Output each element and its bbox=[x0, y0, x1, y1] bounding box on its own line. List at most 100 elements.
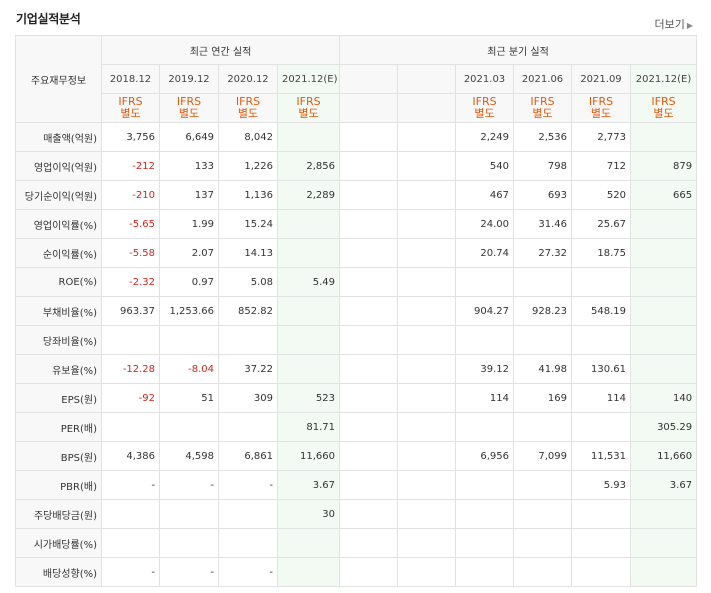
annual-value: 3.67 bbox=[277, 470, 340, 500]
annual-value: - bbox=[101, 470, 160, 500]
row-label: 매출액(억원) bbox=[15, 122, 102, 152]
annual-value bbox=[101, 325, 160, 355]
table-row: 영업이익률(%) -5.65 1.99 15.24 24.00 31.46 25.67 bbox=[15, 209, 698, 239]
quarter-value bbox=[339, 325, 398, 355]
annual-value: 51 bbox=[159, 383, 219, 413]
quarter-value bbox=[397, 267, 456, 297]
annual-value: -12.28 bbox=[101, 354, 160, 384]
ifrs-line2: 별도 bbox=[237, 107, 259, 120]
table-row: 배당성향(%) - - - bbox=[15, 557, 698, 587]
quarter-value bbox=[339, 267, 398, 297]
annual-value: -5.65 bbox=[101, 209, 160, 239]
ifrs-line2: 별도 bbox=[474, 107, 495, 120]
quarter-value bbox=[339, 209, 398, 239]
quarter-value: 39.12 bbox=[455, 354, 514, 384]
quarter-value: 20.74 bbox=[455, 238, 514, 268]
quarter-value bbox=[339, 180, 398, 210]
annual-value: 852.82 bbox=[218, 296, 278, 326]
ifrs-label bbox=[397, 93, 456, 123]
ifrs-label: IFRS 별도 bbox=[513, 93, 572, 123]
quarter-value: 27.32 bbox=[513, 238, 572, 268]
annual-value: 5.08 bbox=[218, 267, 278, 297]
quarter-value bbox=[513, 267, 572, 297]
annual-value bbox=[277, 209, 340, 239]
ifrs-label bbox=[339, 93, 398, 123]
quarter-period-header bbox=[397, 64, 456, 94]
quarter-value bbox=[571, 325, 631, 355]
quarter-value bbox=[339, 296, 398, 326]
quarter-value bbox=[629, 557, 698, 587]
annual-value: 0.97 bbox=[159, 267, 219, 297]
annual-value: 81.71 bbox=[277, 412, 340, 442]
annual-value: 2,289 bbox=[277, 180, 340, 210]
annual-value: -8.04 bbox=[159, 354, 219, 384]
quarter-value bbox=[397, 180, 456, 210]
quarter-value bbox=[629, 296, 698, 326]
quarter-period-header: 2021.06 bbox=[513, 64, 572, 94]
annual-value: 37.22 bbox=[218, 354, 278, 384]
quarter-value: 11,660 bbox=[629, 441, 698, 471]
quarter-value bbox=[397, 325, 456, 355]
table-row: ROE(%) -2.32 0.97 5.08 5.49 bbox=[15, 267, 698, 297]
row-label: 순이익률(%) bbox=[15, 238, 102, 268]
row-label: 부채비율(%) bbox=[15, 296, 102, 326]
ifrs-label: IFRS 별도 bbox=[277, 93, 340, 123]
quarter-value: 6,956 bbox=[455, 441, 514, 471]
annual-value bbox=[277, 296, 340, 326]
quarter-value bbox=[397, 441, 456, 471]
quarter-value bbox=[339, 383, 398, 413]
quarter-value bbox=[455, 528, 514, 558]
annual-value: 1,226 bbox=[218, 151, 278, 181]
quarter-value bbox=[455, 412, 514, 442]
quarter-value bbox=[397, 296, 456, 326]
quarter-value: 2,249 bbox=[455, 122, 514, 152]
ifrs-line2: 별도 bbox=[120, 107, 141, 120]
annual-value bbox=[101, 412, 160, 442]
annual-value: 523 bbox=[277, 383, 340, 413]
annual-value: 133 bbox=[159, 151, 219, 181]
ifrs-line2: 별도 bbox=[532, 107, 553, 120]
annual-value bbox=[159, 499, 219, 529]
table-row: EPS(원) -92 51 309 523 114 169 114 140 bbox=[15, 383, 698, 413]
annual-value: 6,861 bbox=[218, 441, 278, 471]
quarter-value: 130.61 bbox=[571, 354, 631, 384]
quarter-value bbox=[455, 267, 514, 297]
ifrs-label: IFRS 별도 bbox=[218, 93, 278, 123]
more-link[interactable]: 더보기 ▶ bbox=[654, 16, 693, 32]
annual-value: 6,649 bbox=[159, 122, 219, 152]
quarter-value bbox=[571, 499, 631, 529]
row-label: 당기순이익(억원) bbox=[15, 180, 102, 210]
annual-value: 30 bbox=[277, 499, 340, 529]
quarter-value: 467 bbox=[455, 180, 514, 210]
quarter-value bbox=[513, 325, 572, 355]
quarter-value bbox=[629, 499, 698, 529]
quarter-value bbox=[455, 499, 514, 529]
quarter-value: 5.93 bbox=[571, 470, 631, 500]
quarter-value bbox=[339, 499, 398, 529]
quarter-value: 24.00 bbox=[455, 209, 514, 239]
quarter-value bbox=[339, 557, 398, 587]
quarter-value bbox=[397, 412, 456, 442]
annual-value: -5.58 bbox=[101, 238, 160, 268]
annual-value bbox=[277, 528, 340, 558]
quarter-value bbox=[339, 122, 398, 152]
annual-value: - bbox=[101, 557, 160, 587]
annual-value bbox=[277, 354, 340, 384]
quarter-value bbox=[629, 122, 698, 152]
quarter-period-header: 2021.12(E) bbox=[629, 64, 698, 94]
annual-value bbox=[277, 325, 340, 355]
quarter-value bbox=[571, 528, 631, 558]
quarter-value bbox=[339, 441, 398, 471]
quarter-value: 928.23 bbox=[513, 296, 572, 326]
quarter-value bbox=[339, 354, 398, 384]
quarter-value: 693 bbox=[513, 180, 572, 210]
section-title: 기업실적분석 bbox=[16, 12, 81, 26]
ifrs-label: IFRS 별도 bbox=[571, 93, 631, 123]
quarter-value bbox=[339, 412, 398, 442]
quarter-value bbox=[455, 470, 514, 500]
annual-value bbox=[159, 412, 219, 442]
quarter-period-header: 2021.09 bbox=[571, 64, 631, 94]
annual-value: 137 bbox=[159, 180, 219, 210]
ifrs-label: IFRS 별도 bbox=[159, 93, 219, 123]
quarter-value bbox=[571, 267, 631, 297]
